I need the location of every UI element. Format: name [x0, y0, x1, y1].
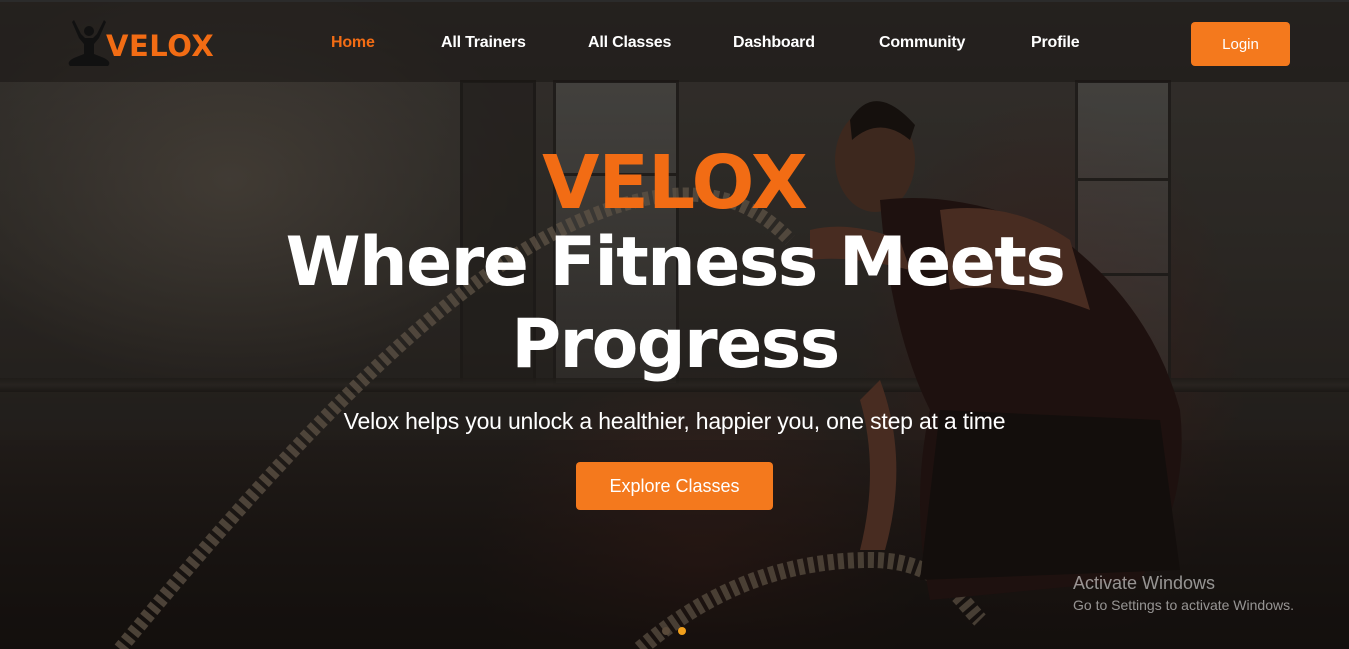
nav-item-profile[interactable]: Profile [1031, 34, 1080, 52]
nav-item-home[interactable]: Home [331, 34, 375, 52]
slider-dots [662, 627, 686, 635]
slider-dot-active[interactable] [678, 627, 686, 635]
top-navbar: VELOX Home All Trainers All Classes Dash… [0, 0, 1349, 82]
nav-item-community[interactable]: Community [879, 34, 965, 52]
nav-item-dashboard[interactable]: Dashboard [733, 34, 815, 52]
hero-headline: Where Fitness Meets Progress [285, 223, 1066, 384]
nav-item-all-classes[interactable]: All Classes [588, 34, 671, 52]
explore-classes-button[interactable]: Explore Classes [576, 462, 773, 510]
slider-dot[interactable] [662, 627, 670, 635]
hero-banner: VELOX Home All Trainers All Classes Dash… [0, 0, 1349, 649]
nav-item-all-trainers[interactable]: All Trainers [441, 34, 526, 52]
login-button[interactable]: Login [1191, 22, 1290, 66]
hero-brand-title: VELOX [542, 140, 808, 226]
hero-subline: Velox helps you unlock a healthier, happ… [343, 408, 1006, 434]
nav-menu: Home All Trainers All Classes Dashboard … [0, 2, 1349, 84]
hero-content: VELOX Where Fitness Meets Progress Velox… [0, 0, 1349, 649]
